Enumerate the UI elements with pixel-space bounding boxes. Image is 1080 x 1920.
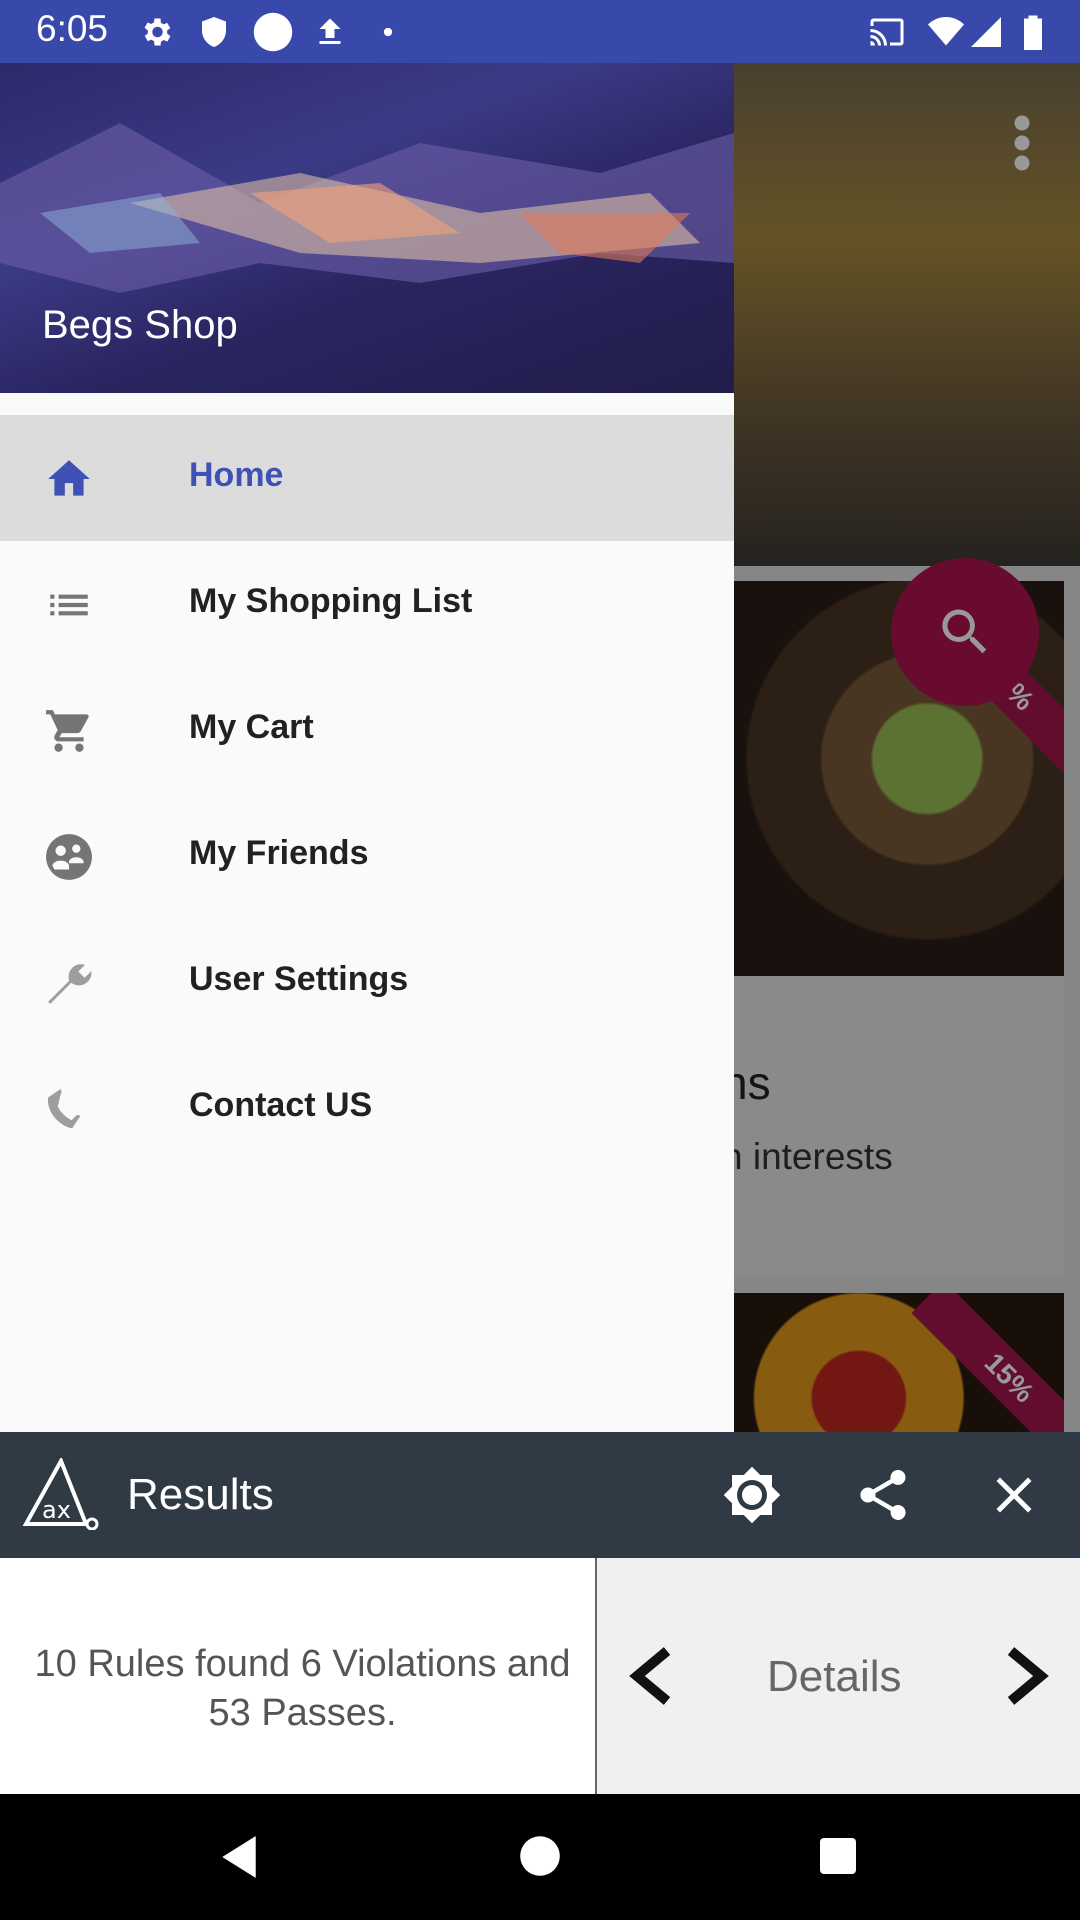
cart-icon <box>46 710 89 752</box>
navigation-drawer: Begs Shop Home My Shopping List My Cart … <box>0 63 734 1432</box>
svg-text:ax: ax <box>42 1496 71 1524</box>
signal-icon <box>971 17 1001 47</box>
drawer-header: Begs Shop <box>0 63 734 393</box>
list-icon <box>50 594 88 616</box>
axe-logo-icon: ax <box>22 1458 99 1530</box>
brightness-icon[interactable] <box>722 1465 782 1525</box>
nav-item-label: My Friends <box>189 834 369 872</box>
shop-name: Begs Shop <box>42 303 238 347</box>
settings-icon <box>144 18 171 46</box>
battery-icon <box>1024 15 1042 50</box>
results-toolbar: ax Results <box>0 1432 1080 1558</box>
circle-icon <box>253 12 293 52</box>
back-nav-button[interactable] <box>218 1834 260 1880</box>
share-icon[interactable] <box>853 1465 913 1525</box>
wrench-icon <box>48 964 92 1004</box>
nav-item-friends[interactable]: My Friends <box>0 793 734 919</box>
previous-button[interactable] <box>627 1646 677 1706</box>
nav-item-label: My Shopping List <box>189 582 473 620</box>
next-button[interactable] <box>1001 1646 1051 1706</box>
status-time: 6:05 <box>36 8 109 49</box>
upload-icon <box>319 18 341 44</box>
nav-item-label: User Settings <box>189 960 409 998</box>
nav-item-contact-us[interactable]: Contact US <box>0 1045 734 1171</box>
details-label[interactable]: Details <box>767 1652 902 1702</box>
results-summary-panel: 10 Rules found 6 Violations and 53 Passe… <box>0 1558 595 1794</box>
cast-icon <box>870 18 904 46</box>
nav-item-user-settings[interactable]: User Settings <box>0 919 734 1045</box>
results-summary-text: 10 Rules found 6 Violations and 53 Passe… <box>34 1643 571 1734</box>
nav-item-label: Home <box>189 456 284 494</box>
details-panel: Details <box>597 1558 1080 1794</box>
recents-nav-button[interactable] <box>818 1836 858 1876</box>
results-title: Results <box>127 1470 274 1519</box>
shield-icon <box>202 17 226 47</box>
nav-item-home[interactable]: Home <box>0 415 734 541</box>
nav-item-label: Contact US <box>189 1086 373 1124</box>
nav-item-cart[interactable]: My Cart <box>0 667 734 793</box>
status-bar: 6:05 <box>0 0 1080 63</box>
nav-item-label: My Cart <box>189 708 314 746</box>
close-icon[interactable] <box>984 1465 1044 1525</box>
dot-icon <box>383 27 393 37</box>
home-nav-button[interactable] <box>518 1834 562 1878</box>
friends-icon <box>46 834 92 880</box>
phone-icon <box>47 1089 81 1129</box>
wifi-icon <box>928 17 964 46</box>
nav-item-shopping-list[interactable]: My Shopping List <box>0 541 734 667</box>
system-navigation-bar <box>0 1794 1080 1920</box>
home-icon <box>48 460 90 496</box>
